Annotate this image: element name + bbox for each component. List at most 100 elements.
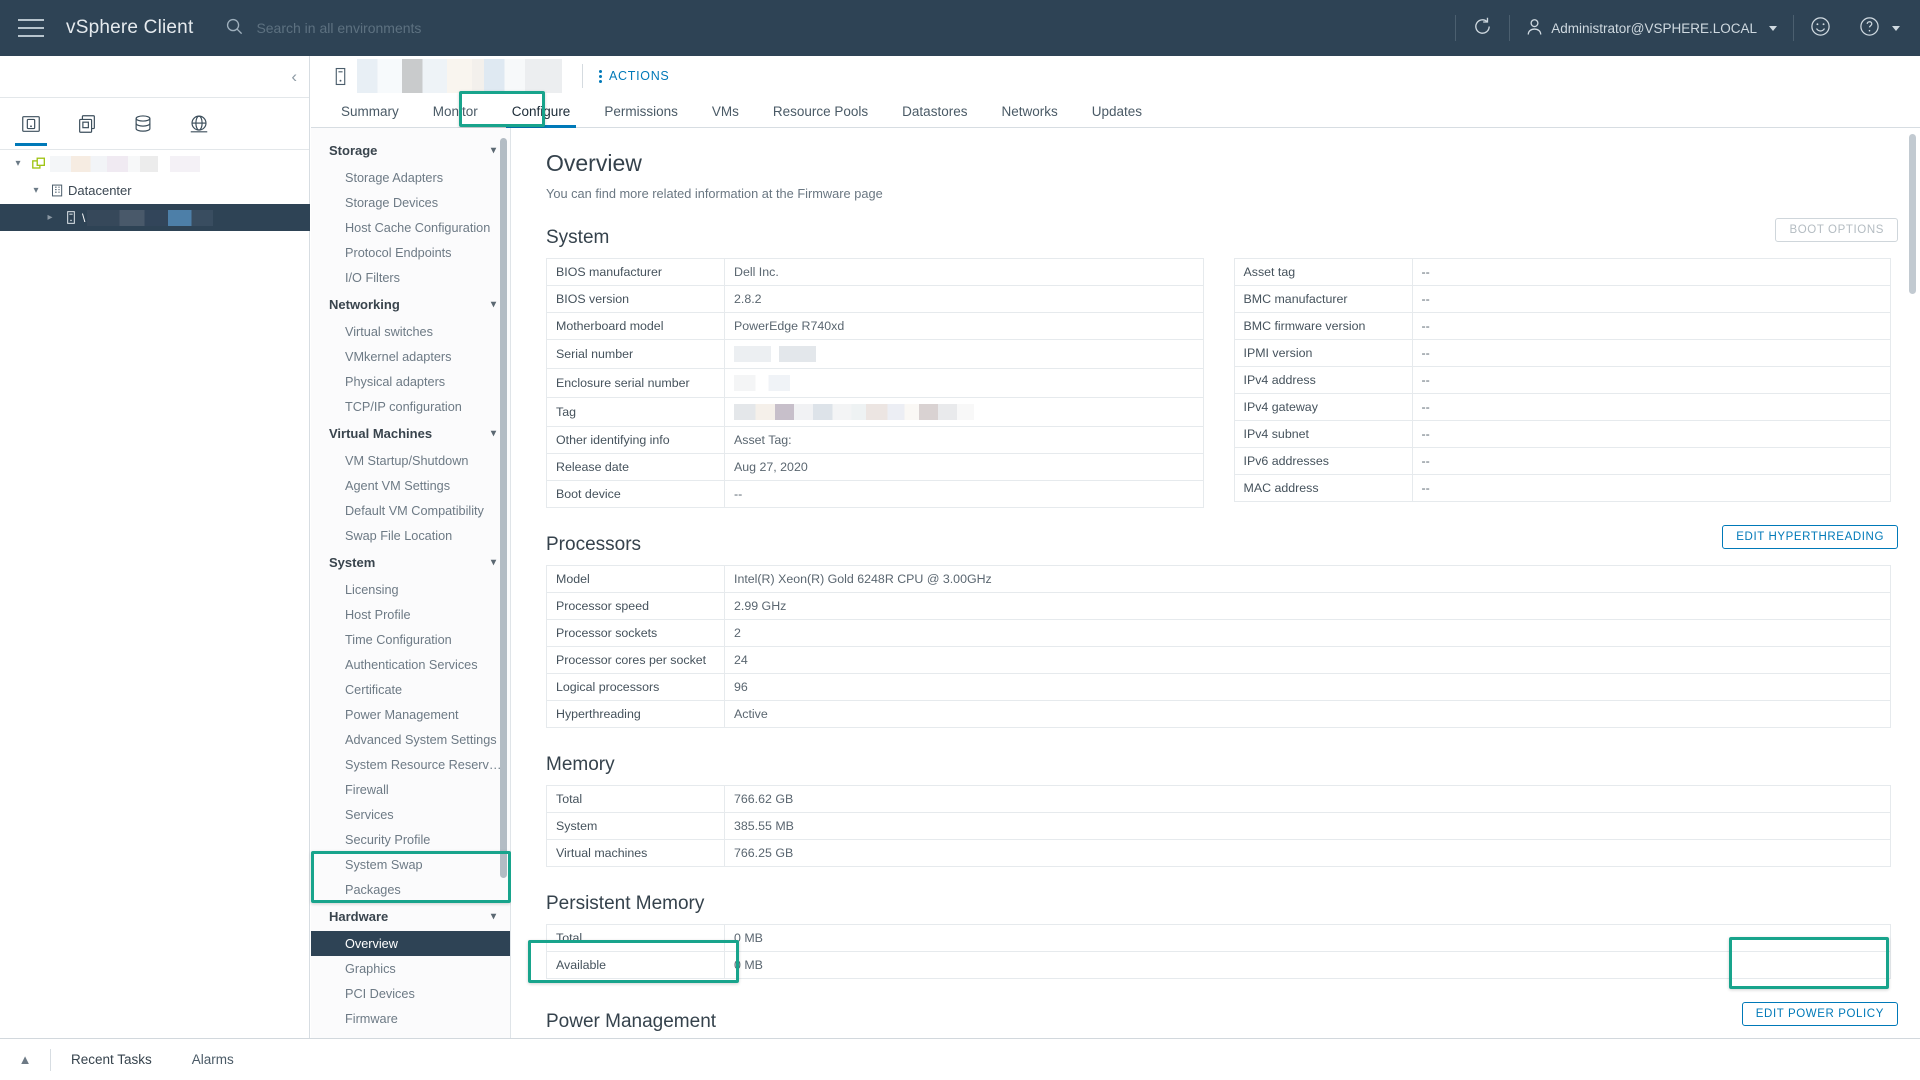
cfg-item-firewall[interactable]: Firewall [311, 777, 510, 802]
tab-vms[interactable]: VMs [696, 96, 755, 128]
cfg-item-authentication-services[interactable]: Authentication Services [311, 652, 510, 677]
tree-item-host-selected[interactable]: ▸ \ [0, 204, 310, 231]
cfg-item-certificate[interactable]: Certificate [311, 677, 510, 702]
edit-power-policy-button[interactable]: EDIT POWER POLICY [1741, 1001, 1898, 1026]
cfg-group-virtual-machines[interactable]: Virtual Machines ▾ [311, 419, 510, 448]
cfg-group-storage[interactable]: Storage ▾ [311, 136, 510, 165]
actions-menu-button[interactable]: ACTIONS [599, 69, 669, 83]
cfg-item-virtual-switches[interactable]: Virtual switches [311, 319, 510, 344]
cfg-group-system[interactable]: System ▾ [311, 548, 510, 577]
edit-hyperthreading-button[interactable]: EDIT HYPERTHREADING [1722, 524, 1898, 549]
tab-configure[interactable]: Configure [496, 96, 587, 128]
tab-monitor[interactable]: Monitor [417, 96, 494, 128]
cfg-item-protocol-endpoints[interactable]: Protocol Endpoints [311, 240, 510, 265]
cfg-item-default-vm-compatibility[interactable]: Default VM Compatibility [311, 498, 510, 523]
refresh-button[interactable] [1458, 0, 1507, 56]
chevron-down-icon[interactable]: ▾ [8, 158, 28, 169]
collapse-panel-icon[interactable]: ‹ [291, 68, 297, 85]
tree-item-datacenter[interactable]: ▾ Datacenter [0, 177, 309, 204]
cfg-item-io-filters[interactable]: I/O Filters [311, 265, 510, 290]
tab-summary[interactable]: Summary [325, 96, 415, 128]
chevron-right-icon[interactable]: ▸ [40, 212, 60, 223]
inventory-tab-storage[interactable] [124, 102, 162, 146]
cfg-item-pci-devices[interactable]: PCI Devices [311, 981, 510, 1006]
cfg-group-hardware[interactable]: Hardware ▾ [311, 902, 510, 931]
cfg-item-agent-vm-settings[interactable]: Agent VM Settings [311, 473, 510, 498]
row-value: 2 [724, 619, 1891, 647]
user-account-menu[interactable]: Administrator@VSPHERE.LOCAL [1512, 0, 1791, 56]
tab-permissions[interactable]: Permissions [588, 96, 694, 128]
cfg-item-system-resource-reservation[interactable]: System Resource Reserva... [311, 752, 510, 777]
cfg-item-vm-startup-shutdown[interactable]: VM Startup/Shutdown [311, 448, 510, 473]
table-row: Model Intel(R) Xeon(R) Gold 6248R CPU @ … [546, 565, 1891, 593]
tab-networks[interactable]: Networks [985, 96, 1073, 128]
footer-tab-alarms[interactable]: Alarms [172, 1052, 254, 1067]
tree-item-vcenter[interactable]: ▾ [0, 150, 309, 177]
table-row: Asset tag -- [1233, 258, 1891, 286]
cfg-item-overview[interactable]: Overview [311, 931, 510, 956]
smiley-icon [1810, 16, 1831, 40]
cfg-item-swap-file-location[interactable]: Swap File Location [311, 523, 510, 548]
cfg-item-packages[interactable]: Packages [311, 877, 510, 902]
cfg-item-storage-devices[interactable]: Storage Devices [311, 190, 510, 215]
cfg-item-firmware[interactable]: Firmware [311, 1006, 510, 1031]
system-left-table: BIOS manufacturer Dell Inc. BIOS version… [546, 258, 1204, 508]
table-row: System 385.55 MB [546, 812, 1891, 840]
tab-updates[interactable]: Updates [1076, 96, 1158, 128]
tab-datastores[interactable]: Datastores [886, 96, 983, 128]
feedback-button[interactable] [1796, 0, 1845, 56]
row-value: 96 [724, 673, 1891, 701]
cfg-item-system-swap[interactable]: System Swap [311, 852, 510, 877]
table-row: Processor speed 2.99 GHz [546, 592, 1891, 620]
cfg-item-host-profile[interactable]: Host Profile [311, 602, 510, 627]
table-row: Total 0 MB [546, 924, 1891, 952]
global-search[interactable] [225, 17, 1453, 39]
table-row: IPv6 addresses -- [1233, 447, 1891, 475]
table-row: Tag [546, 397, 1204, 427]
row-key: Serial number [546, 339, 725, 369]
main-content-scrollbar[interactable] [1909, 134, 1916, 294]
table-row: IPv4 address -- [1233, 366, 1891, 394]
expand-tasks-icon[interactable]: ▲ [0, 1052, 50, 1067]
kebab-menu-icon [599, 69, 602, 83]
cfg-item-physical-adapters[interactable]: Physical adapters [311, 369, 510, 394]
cfg-item-power-management[interactable]: Power Management [311, 702, 510, 727]
configure-sidebar-scrollbar[interactable] [500, 138, 507, 878]
cfg-item-tcpip-configuration[interactable]: TCP/IP configuration [311, 394, 510, 419]
cfg-group-virtual-flash[interactable]: Virtual Flash ▾ [311, 1031, 510, 1038]
tab-resource-pools[interactable]: Resource Pools [757, 96, 884, 128]
configure-sidebar: Storage ▾ Storage Adapters Storage Devic… [311, 128, 511, 1038]
cfg-item-advanced-system-settings[interactable]: Advanced System Settings [311, 727, 510, 752]
cfg-item-graphics[interactable]: Graphics [311, 956, 510, 981]
row-key: IPv6 addresses [1233, 447, 1413, 475]
table-row: Other identifying info Asset Tag: [546, 426, 1204, 454]
cfg-group-networking[interactable]: Networking ▾ [311, 290, 510, 319]
row-key: Enclosure serial number [546, 368, 725, 398]
tree-item-label: Datacenter [68, 183, 132, 198]
cfg-item-vmkernel-adapters[interactable]: VMkernel adapters [311, 344, 510, 369]
cfg-item-licensing[interactable]: Licensing [311, 577, 510, 602]
inventory-tab-networking[interactable] [180, 102, 218, 146]
search-input[interactable] [256, 20, 677, 36]
persistent-memory-table: Total 0 MB Available 0 MB [546, 924, 1891, 979]
page-title: Overview [546, 150, 642, 176]
inventory-tab-hosts-and-clusters[interactable] [12, 102, 50, 146]
cfg-item-time-configuration[interactable]: Time Configuration [311, 627, 510, 652]
header-divider [582, 64, 583, 88]
help-button[interactable] [1845, 0, 1920, 56]
actions-label: ACTIONS [609, 69, 670, 83]
hamburger-menu-icon[interactable] [18, 19, 44, 37]
datacenter-icon [46, 183, 68, 198]
chevron-down-icon[interactable]: ▾ [26, 185, 46, 196]
cfg-item-host-cache-configuration[interactable]: Host Cache Configuration [311, 215, 510, 240]
row-value: 0 MB [724, 924, 1891, 952]
search-icon[interactable] [225, 17, 244, 39]
cfg-item-services[interactable]: Services [311, 802, 510, 827]
inventory-tab-vms-and-templates[interactable] [68, 102, 106, 146]
page-subtitle: You can find more related information at… [546, 186, 883, 201]
cfg-item-security-profile[interactable]: Security Profile [311, 827, 510, 852]
cfg-item-storage-adapters[interactable]: Storage Adapters [311, 165, 510, 190]
hamburger-line [18, 19, 44, 21]
cfg-group-label: System [329, 555, 376, 570]
footer-tab-recent-tasks[interactable]: Recent Tasks [51, 1052, 172, 1067]
